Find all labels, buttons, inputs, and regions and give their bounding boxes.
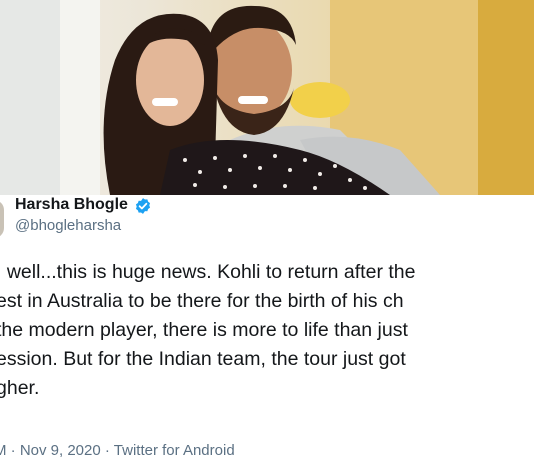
tweet-line: ession. But for the Indian team, the tou… [0,348,406,370]
user-handle[interactable]: @bhogleharsha [15,215,121,237]
verified-badge-icon [135,198,151,214]
tweet-line: gher. [0,377,40,399]
photo-side-strip [478,0,534,195]
tweet-text: , well...this is huge news. Kohli to ret… [0,258,534,403]
tweet-line: the modern player, there is more to life… [0,319,408,341]
tweet-line: est in Australia to be there for the bir… [0,290,404,312]
tweet-line: , well...this is huge news. Kohli to ret… [0,261,416,283]
tweet-photo[interactable] [0,0,534,195]
display-name[interactable]: Harsha Bhogle [15,194,128,216]
tweet-timestamp[interactable]: M · Nov 9, 2020 · Twitter for Android [0,441,235,461]
couple-photo [0,0,478,195]
avatar[interactable] [0,200,4,238]
